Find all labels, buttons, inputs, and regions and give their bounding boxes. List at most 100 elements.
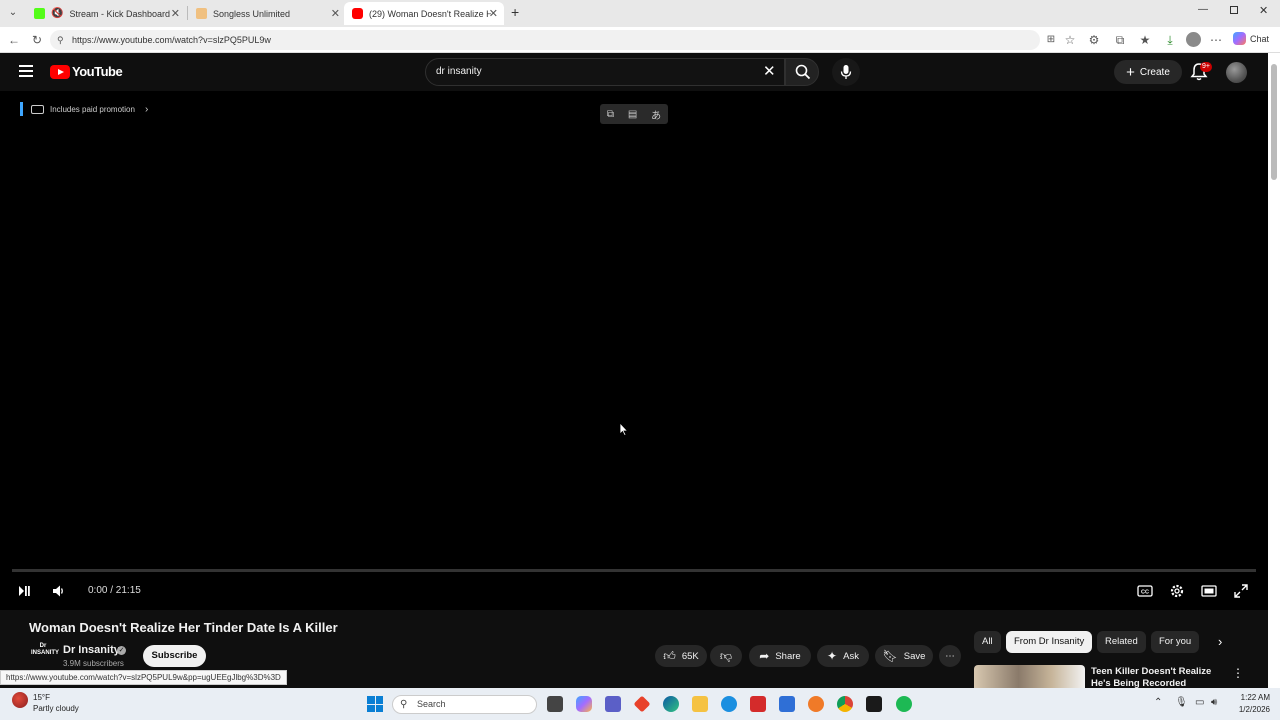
youtube-header: YouTube dr insanity ✕ + Create 9+ xyxy=(0,53,1268,91)
split-screen-icon[interactable]: ⧉ xyxy=(1112,32,1128,48)
tab-kick-dashboard[interactable]: 🔇 Stream - Kick Dashboard ✕ xyxy=(26,2,186,25)
file-explorer-icon[interactable] xyxy=(692,696,708,712)
youtube-play-logo-icon xyxy=(50,64,70,79)
chip-from-dr-insanity[interactable]: From Dr Insanity xyxy=(1006,631,1093,653)
search-input[interactable]: dr insanity xyxy=(425,58,785,86)
clear-search-icon[interactable]: ✕ xyxy=(763,62,776,80)
hamburger-menu-icon[interactable] xyxy=(19,65,33,77)
tray-mic-icon[interactable]: 🎙︎ xyxy=(1175,697,1188,708)
new-tab-icon[interactable]: + xyxy=(511,4,519,20)
settings-gear-icon[interactable] xyxy=(1169,583,1185,599)
share-arrow-icon: ➦ xyxy=(759,649,770,663)
svg-text:CC: CC xyxy=(1141,590,1149,596)
copilot-app-icon[interactable] xyxy=(576,696,592,712)
theater-mode-icon[interactable] xyxy=(1201,583,1217,599)
chip-all[interactable]: All xyxy=(974,631,1001,653)
video-player[interactable] xyxy=(0,91,1268,610)
profile-avatar[interactable] xyxy=(1186,32,1201,47)
app-blue-circle-icon[interactable] xyxy=(721,696,737,712)
account-avatar[interactable] xyxy=(1226,62,1247,83)
share-button[interactable]: ➦ Share xyxy=(749,645,811,667)
windows-start-icon[interactable] xyxy=(367,696,383,712)
volume-icon[interactable] xyxy=(51,584,65,598)
downloads-icon[interactable]: ⤓ xyxy=(1162,32,1178,48)
progress-bar[interactable] xyxy=(12,569,1256,572)
like-button[interactable]: 👍︎ 65K xyxy=(655,645,707,667)
weather-description: Partly cloudy xyxy=(33,704,79,713)
copilot-chat-button[interactable]: Chat xyxy=(1233,32,1269,45)
tab-youtube-video[interactable]: (29) Woman Doesn't Realize Her Ti ✕ xyxy=(344,2,504,25)
captions-icon[interactable]: CC xyxy=(1137,583,1153,599)
extensions-icon[interactable]: ⚙ xyxy=(1086,32,1102,48)
channel-avatar[interactable]: Dr INSANITY xyxy=(31,643,59,667)
recommended-video-thumbnail[interactable] xyxy=(974,665,1085,688)
video-title: Woman Doesn't Realize Her Tinder Date Is… xyxy=(29,620,338,635)
scrollbar-thumb[interactable] xyxy=(1271,64,1277,180)
browser-toolbar: ← ↻ ⚲ https://www.youtube.com/watch?v=sl… xyxy=(0,27,1280,53)
minimize-icon[interactable]: — xyxy=(1198,4,1208,15)
favorites-icon[interactable]: ★ xyxy=(1137,32,1153,48)
save-button[interactable]: 🔖︎ Save xyxy=(875,645,933,667)
dislike-button[interactable]: 👎︎ xyxy=(710,645,742,667)
voice-search-button[interactable] xyxy=(832,58,860,86)
weather-widget[interactable] xyxy=(12,692,28,708)
ask-button[interactable]: ✦ Ask xyxy=(817,645,869,667)
app-available-icon[interactable]: ⊞ xyxy=(1043,32,1059,48)
task-view-icon[interactable] xyxy=(547,696,563,712)
mute-icon[interactable]: 🔇 xyxy=(51,8,63,19)
chrome-icon[interactable] xyxy=(837,696,853,712)
close-icon[interactable]: ✕ xyxy=(489,7,498,20)
picture-in-picture-icon[interactable]: ⧉ xyxy=(607,109,614,120)
restore-icon[interactable] xyxy=(1230,6,1238,14)
create-button[interactable]: + Create xyxy=(1114,60,1182,84)
chips-next-chevron-icon[interactable]: › xyxy=(1218,634,1222,649)
taskbar-date[interactable]: 1/2/2026 xyxy=(1222,705,1270,714)
favorite-star-icon[interactable]: ☆ xyxy=(1062,32,1078,48)
tab-songless[interactable]: Songless Unlimited ✕ xyxy=(188,2,346,25)
more-actions-button[interactable]: ⋯ xyxy=(939,645,961,667)
kick-favicon-icon xyxy=(34,8,45,19)
video-notes-icon[interactable]: ▤ xyxy=(628,109,637,120)
app-red-shield-icon[interactable] xyxy=(750,696,766,712)
more-menu-icon[interactable]: ⋯ xyxy=(1208,32,1224,48)
tab-list-chevron-icon[interactable]: ⌄ xyxy=(6,6,20,20)
close-icon[interactable]: ✕ xyxy=(331,7,340,20)
app-dark-icon[interactable] xyxy=(866,696,882,712)
spotify-icon[interactable] xyxy=(896,696,912,712)
time-display: 0:00 / 21:15 xyxy=(88,585,141,596)
more-vertical-icon[interactable]: ⋮ xyxy=(1232,666,1244,680)
fullscreen-icon[interactable] xyxy=(1233,583,1249,599)
paid-promotion-notice[interactable]: Includes paid promotion › xyxy=(20,102,148,116)
channel-name[interactable]: Dr Insanity xyxy=(63,644,120,656)
address-bar[interactable]: ⚲ https://www.youtube.com/watch?v=slzPQ5… xyxy=(50,30,1040,50)
search-icon xyxy=(795,64,811,80)
play-pause-icon[interactable] xyxy=(18,585,30,597)
tray-network-icon[interactable]: ▭ xyxy=(1195,697,1204,708)
taskbar-time[interactable]: 1:22 AM xyxy=(1222,693,1270,702)
create-label: Create xyxy=(1139,66,1170,78)
notification-badge: 9+ xyxy=(1200,62,1212,72)
edge-browser-icon[interactable] xyxy=(663,696,679,712)
close-window-icon[interactable]: ✕ xyxy=(1259,4,1268,17)
recommended-video-title[interactable]: Teen Killer Doesn't Realize He's Being R… xyxy=(1091,666,1226,688)
chip-for-you[interactable]: For you xyxy=(1151,631,1200,653)
search-button[interactable] xyxy=(785,58,819,86)
chip-related[interactable]: Related xyxy=(1097,631,1146,653)
app-orange-icon[interactable] xyxy=(808,696,824,712)
youtube-logo[interactable]: YouTube xyxy=(50,64,123,79)
link-status-url: https://www.youtube.com/watch?v=slzPQ5PU… xyxy=(0,670,287,685)
translate-icon[interactable]: あ xyxy=(651,107,661,122)
teams-icon[interactable] xyxy=(605,696,621,712)
taskbar-search-box[interactable]: ⚲ Search xyxy=(392,695,537,714)
subscribe-button[interactable]: Subscribe xyxy=(143,645,206,667)
microsoft-store-icon[interactable] xyxy=(779,696,795,712)
tray-volume-icon[interactable]: 🔊︎ xyxy=(1211,697,1217,708)
tray-chevron-icon[interactable]: ⌃ xyxy=(1154,697,1162,708)
youtube-favicon-icon xyxy=(352,8,363,19)
site-info-icon[interactable]: ⚲ xyxy=(57,30,64,50)
more-horizontal-icon: ⋯ xyxy=(945,650,955,662)
refresh-icon[interactable]: ↻ xyxy=(29,32,45,48)
back-icon[interactable]: ← xyxy=(6,32,22,48)
share-label: Share xyxy=(775,650,801,662)
close-icon[interactable]: ✕ xyxy=(171,7,180,20)
